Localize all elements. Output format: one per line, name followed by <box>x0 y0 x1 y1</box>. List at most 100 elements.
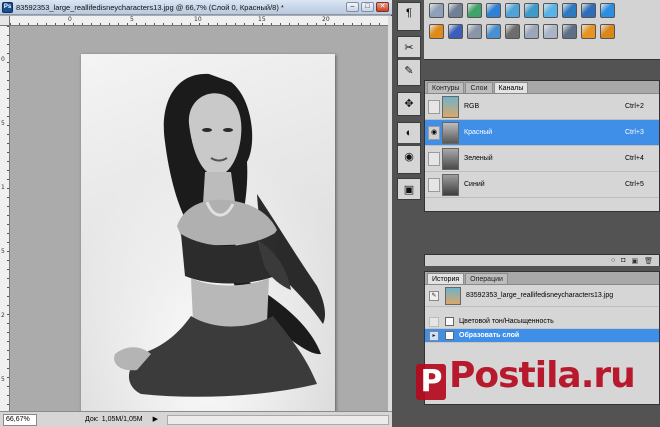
style-swatch[interactable] <box>505 3 520 18</box>
ruler-horizontal[interactable]: 0 5 10 15 20 <box>10 16 388 26</box>
postila-watermark: P Postila.ru <box>416 355 636 400</box>
style-swatch[interactable] <box>600 24 615 39</box>
tool-group-1: ¶ <box>397 2 421 31</box>
ruler-tick: 1 <box>1 184 5 191</box>
channel-row-red[interactable]: ◉ Красный Ctrl+3 <box>425 120 659 146</box>
trash-icon[interactable]: 🗑 <box>644 257 653 265</box>
close-button[interactable]: ✕ <box>376 2 389 12</box>
visibility-toggle[interactable] <box>428 151 440 166</box>
tab-history[interactable]: История <box>427 273 465 284</box>
document-window: Ps 83592353_large_reallifedisneycharacte… <box>0 0 392 427</box>
style-swatch[interactable] <box>429 3 444 18</box>
postila-logo-icon: P <box>416 364 446 400</box>
screen-mode-icon[interactable]: ▣ <box>398 179 420 199</box>
style-swatch[interactable] <box>486 3 501 18</box>
history-step-label: Образовать слой <box>459 332 520 339</box>
zoom-field[interactable]: 66,67% <box>3 413 37 426</box>
channel-row-rgb[interactable]: RGB Ctrl+2 <box>425 94 659 120</box>
new-channel-icon[interactable]: ▣ <box>631 257 638 265</box>
tool-group-2: ✂ ✎ <box>397 36 421 86</box>
brush-source-icon[interactable]: ✎ <box>429 290 439 301</box>
ruler-vertical[interactable]: 0 5 1 5 2 5 <box>0 26 10 411</box>
tool-group-4: ◐ ◉ <box>397 122 421 174</box>
doc-size-label: Док: <box>85 416 99 423</box>
channel-shortcut: Ctrl+3 <box>625 129 644 136</box>
history-source-box[interactable] <box>429 316 439 327</box>
ruler-tick: 20 <box>322 16 330 23</box>
watermark-text: Postila.ru <box>449 355 636 396</box>
style-swatch[interactable] <box>505 24 520 39</box>
history-snapshot[interactable]: ✎ 83592353_large_reallifedisneycharacter… <box>425 285 659 307</box>
doc-size-info[interactable]: Док: 1,05M/1,05M <box>85 416 143 423</box>
history-step-selected[interactable]: ▸ Образовать слой <box>425 329 659 343</box>
style-swatch[interactable] <box>543 24 558 39</box>
history-step[interactable]: Цветовой тон/Насыщенность <box>425 315 659 329</box>
style-swatch[interactable] <box>467 24 482 39</box>
history-source-box[interactable]: ▸ <box>429 330 439 341</box>
ruler-tick: 10 <box>194 16 202 23</box>
style-swatch[interactable] <box>429 24 444 39</box>
snapshot-thumbnail <box>445 286 461 305</box>
dodge-icon[interactable]: ◐ <box>398 123 420 143</box>
channel-shortcut: Ctrl+4 <box>625 155 644 162</box>
style-swatch[interactable] <box>448 24 463 39</box>
tab-channels[interactable]: Каналы <box>493 82 529 93</box>
style-swatch[interactable] <box>467 3 482 18</box>
style-swatch[interactable] <box>524 3 539 18</box>
history-step-icon <box>445 317 454 326</box>
canvas-area[interactable] <box>11 27 388 416</box>
tab-paths[interactable]: Контуры <box>427 82 465 93</box>
visibility-toggle[interactable] <box>428 99 440 114</box>
style-swatch[interactable] <box>524 24 539 39</box>
style-swatch[interactable] <box>543 3 558 18</box>
channel-row-blue[interactable]: Синий Ctrl+5 <box>425 172 659 198</box>
channel-thumbnail <box>442 121 459 144</box>
channel-name: Зеленый <box>464 155 493 162</box>
channels-footer-icons: ○ ◘ ▣ 🗑 <box>425 255 659 266</box>
history-step-icon <box>445 331 454 340</box>
vertical-scrollbar[interactable] <box>388 16 392 411</box>
ruler-tick: 5 <box>1 376 5 383</box>
style-swatch[interactable] <box>562 24 577 39</box>
eye-icon[interactable]: ◉ <box>428 125 440 140</box>
load-selection-icon[interactable]: ○ <box>611 257 615 264</box>
style-swatch[interactable] <box>486 24 501 39</box>
styles-panel <box>424 0 660 60</box>
window-controls: – □ ✕ <box>346 2 389 12</box>
save-selection-icon[interactable]: ◘ <box>621 257 625 264</box>
style-swatch[interactable] <box>600 3 615 18</box>
channel-shortcut: Ctrl+5 <box>625 181 644 188</box>
ruler-tick: 0 <box>1 56 5 63</box>
styles-row <box>429 3 660 18</box>
channel-name: RGB <box>464 103 480 110</box>
channels-tabbar: Контуры Слои Каналы <box>425 81 659 94</box>
ruler-corner[interactable] <box>0 16 10 26</box>
snapshot-name: 83592353_large_reallifedisneycharacters1… <box>466 292 614 299</box>
channel-name: Красный <box>464 129 493 136</box>
tab-actions[interactable]: Операции <box>465 273 508 284</box>
ruler-tick: 2 <box>1 312 5 319</box>
document-title: 83592353_large_reallifedisneycharacters1… <box>16 2 284 12</box>
style-swatch[interactable] <box>581 3 596 18</box>
minimize-button[interactable]: – <box>346 2 359 12</box>
channel-row-green[interactable]: Зеленый Ctrl+4 <box>425 146 659 172</box>
style-swatch[interactable] <box>562 3 577 18</box>
visibility-toggle[interactable] <box>428 177 440 192</box>
document-titlebar[interactable]: Ps 83592353_large_reallifedisneycharacte… <box>0 0 392 15</box>
history-tabbar: История Операции <box>425 272 659 285</box>
brush-icon[interactable]: ✎ <box>398 60 420 80</box>
ruler-tick: 5 <box>1 120 5 127</box>
paragraph-icon[interactable]: ¶ <box>398 3 420 23</box>
move-tool-icon[interactable]: ✥ <box>398 93 420 113</box>
scissors-icon[interactable]: ✂ <box>398 37 420 57</box>
document-image[interactable] <box>81 54 335 416</box>
document-status-bar: 66,67% Док: 1,05M/1,05M ▶ <box>0 411 392 427</box>
style-swatch[interactable] <box>581 24 596 39</box>
horizontal-scrollbar[interactable] <box>166 414 389 425</box>
status-menu-arrow-icon[interactable]: ▶ <box>153 415 161 425</box>
channel-thumbnail <box>442 147 459 170</box>
style-swatch[interactable] <box>448 3 463 18</box>
restore-button[interactable]: □ <box>361 2 374 12</box>
tab-layers[interactable]: Слои <box>465 82 493 93</box>
quick-mask-icon[interactable]: ◉ <box>398 146 420 166</box>
